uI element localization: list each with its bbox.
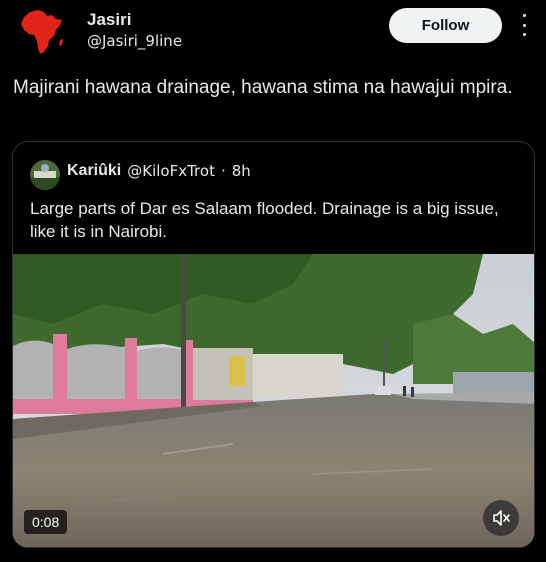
quoted-text: Large parts of Dar es Salaam flooded. Dr…: [30, 199, 499, 241]
quoted-author-avatar[interactable]: [30, 160, 60, 190]
more-options-button[interactable]: [518, 14, 530, 36]
follow-button[interactable]: Follow: [389, 8, 502, 43]
mute-toggle-button[interactable]: [483, 500, 519, 536]
quoted-author-name[interactable]: Kariûki: [67, 162, 121, 180]
author-name[interactable]: Jasiri: [87, 10, 131, 30]
quoted-tweet[interactable]: Kariûki @KiloFxTrot · 8h Large parts of …: [12, 141, 535, 548]
author-handle[interactable]: @Jasiri_9line: [87, 32, 182, 50]
video-frame: [13, 254, 534, 547]
volume-muted-icon: [493, 510, 510, 526]
africa-map-icon: [21, 10, 63, 54]
header-separator: ·: [220, 162, 226, 180]
tweet-text: Majirani hawana drainage, hawana stima n…: [13, 77, 513, 98]
quoted-header: Kariûki @KiloFxTrot · 8h: [67, 162, 251, 180]
more-vertical-icon: [522, 14, 526, 17]
profile-avatar-icon: [30, 160, 60, 190]
video-duration: 0:08: [24, 510, 68, 534]
quoted-author-handle[interactable]: @KiloFxTrot: [127, 162, 215, 180]
quoted-timestamp[interactable]: 8h: [232, 162, 251, 180]
video-player[interactable]: 0:08: [13, 254, 534, 547]
author-avatar[interactable]: [16, 6, 68, 58]
